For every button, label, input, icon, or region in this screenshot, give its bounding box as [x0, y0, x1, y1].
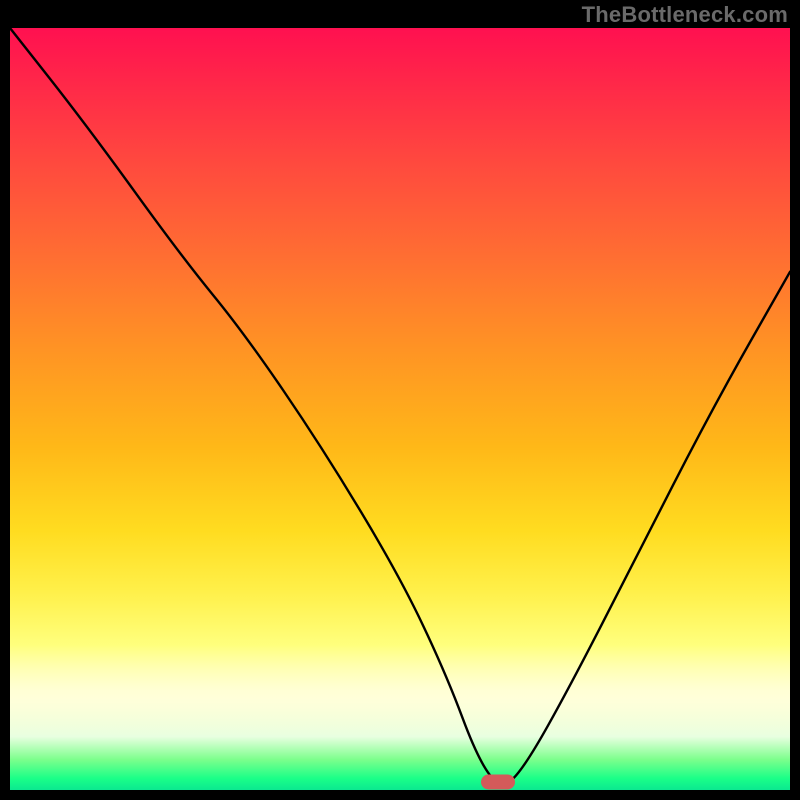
- plot-area: [10, 28, 790, 790]
- chart-frame: TheBottleneck.com: [0, 0, 800, 800]
- optimum-marker: [481, 775, 515, 790]
- curve-path: [10, 28, 790, 783]
- watermark-text: TheBottleneck.com: [582, 2, 788, 28]
- bottleneck-curve: [10, 28, 790, 790]
